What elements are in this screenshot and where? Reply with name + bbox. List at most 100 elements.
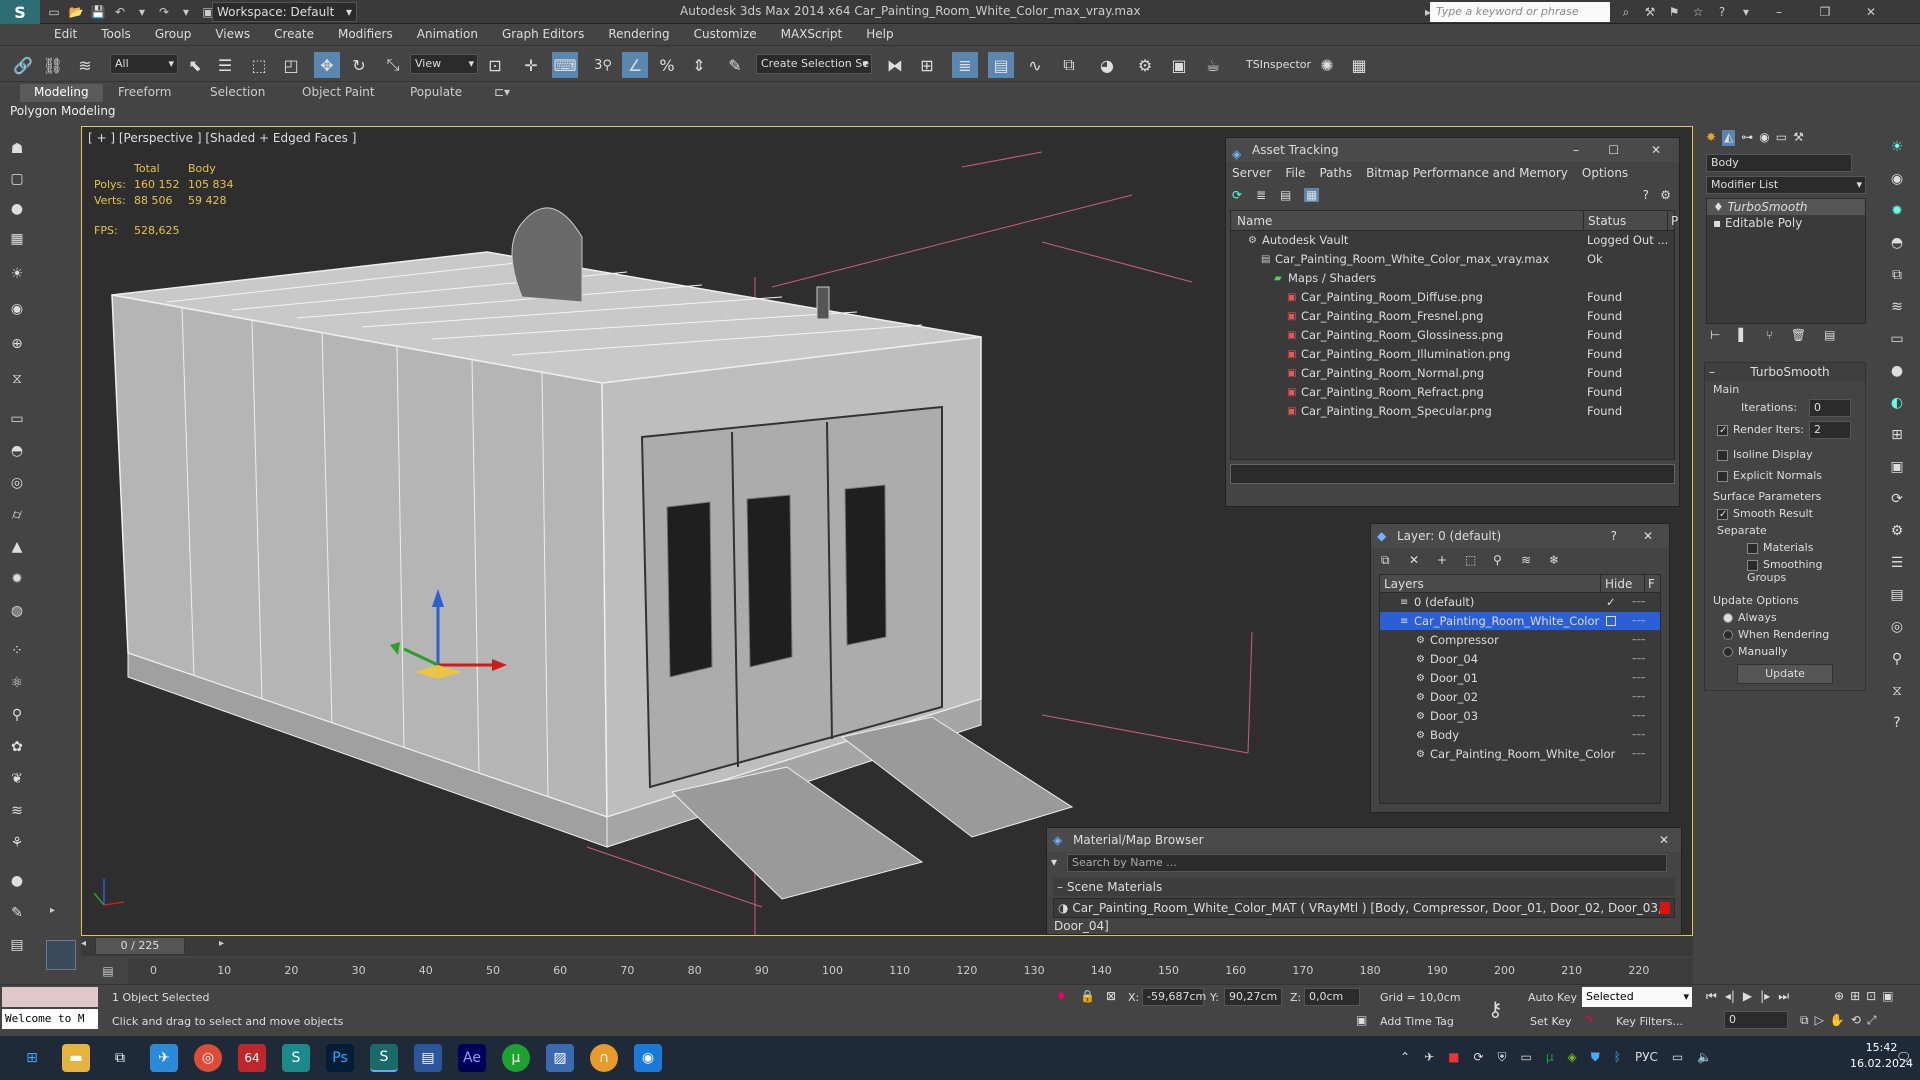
asset-menu-paths[interactable]: Paths (1319, 166, 1352, 180)
close-icon[interactable]: ✕ (1659, 828, 1669, 852)
render-production-icon[interactable]: ☕ (1200, 52, 1226, 78)
asset-row[interactable]: ⚙ Autodesk Vault Logged Out ... (1231, 231, 1674, 250)
window-crossing-icon[interactable]: ◰ (278, 52, 304, 78)
layer-help-icon[interactable]: ? (1611, 524, 1617, 548)
auto-key-button[interactable]: Auto Key (1528, 991, 1577, 1004)
scene-materials-header[interactable]: – Scene Materials (1053, 878, 1675, 896)
select-in-layer-icon[interactable]: ⬚ (1465, 553, 1476, 567)
material-editor-icon[interactable]: ◕ (1094, 52, 1120, 78)
layer-row[interactable]: ⚙ Door_01 ––– (1380, 669, 1660, 688)
tray-expand-icon[interactable]: ⌃ (1400, 1050, 1410, 1065)
column-p-header[interactable]: P (1667, 211, 1678, 231)
headphones-icon[interactable]: ∩ (590, 1044, 618, 1072)
maxscript-mini-listener[interactable]: Welcome to M (2, 1009, 98, 1029)
vray-frame-buffer-icon[interactable]: ▣ (1886, 456, 1908, 478)
manually-radio[interactable]: Manually (1705, 643, 1865, 660)
tsinspector-settings-icon[interactable]: ✺ (1314, 52, 1340, 78)
defender-tray-icon[interactable]: ⛊ (1591, 1050, 1600, 1065)
spacewarp-icon[interactable]: ⧖ (6, 368, 28, 390)
app-64-icon[interactable]: 64 (238, 1044, 266, 1072)
pivot-center-icon[interactable]: ⊡ (482, 52, 508, 78)
display-tab-icon[interactable]: ▭ (1776, 130, 1787, 146)
torus-icon[interactable]: ◎ (6, 472, 28, 494)
turbosmooth-rollout-title[interactable]: – TurboSmooth (1705, 363, 1865, 381)
vray-mesh-export-icon[interactable]: ⊞ (1886, 424, 1908, 446)
menu-views[interactable]: Views (203, 24, 262, 44)
sync-tray-icon[interactable]: ⟳ (1473, 1050, 1483, 1065)
vray-sun-icon[interactable]: ✹ (1886, 200, 1908, 222)
lock-selection-icon[interactable]: 🔒 (1080, 989, 1095, 1003)
modify-tab-icon[interactable]: ◭ (1722, 130, 1736, 146)
isolate-selection-icon[interactable]: ♦ (1056, 989, 1067, 1003)
asset-row[interactable]: ▣ Car_Painting_Room_Fresnel.png Found (1231, 307, 1674, 326)
task-view-icon[interactable]: ⧉ (106, 1044, 134, 1072)
set-current-layer-icon[interactable] (1606, 616, 1616, 626)
fov-icon[interactable]: ▷ (1815, 1013, 1824, 1028)
vray-scene-icon[interactable]: ⧖ (1886, 680, 1908, 702)
tab-populate[interactable]: Populate (396, 84, 476, 102)
asset-row[interactable]: ▣ Car_Painting_Room_Specular.png Found (1231, 402, 1674, 421)
layer-row[interactable]: ⚙ Door_04 ––– (1380, 650, 1660, 669)
dynamics-icon[interactable]: ⚛ (6, 672, 28, 694)
maxscript-listener-preview[interactable] (46, 940, 76, 970)
percent-snap-icon[interactable]: % (654, 52, 680, 78)
volume-icon[interactable]: 🔈 (1697, 1050, 1712, 1065)
utorrent-icon[interactable]: µ (502, 1044, 530, 1072)
stack-item-editable-poly[interactable]: ▪ Editable Poly (1707, 215, 1865, 231)
smoothing-groups-checkbox[interactable]: Smoothing Groups (1705, 556, 1865, 586)
notepad-icon[interactable]: ▤ (414, 1044, 442, 1072)
always-radio[interactable]: Always (1705, 609, 1865, 626)
hide-toggle-icon[interactable]: ––– (1632, 726, 1646, 745)
menu-animation[interactable]: Animation (405, 24, 490, 44)
asset-menu-server[interactable]: Server (1232, 166, 1271, 180)
expand-icon[interactable]: ▪ (1713, 216, 1721, 230)
redo-icon[interactable]: ↷ (156, 4, 172, 20)
prev-key-icon[interactable]: ◂| (1725, 989, 1735, 1004)
remove-modifier-icon[interactable]: 🗑 (1791, 328, 1806, 348)
snaps-toggle-icon[interactable]: 3 ⚲ (590, 52, 616, 78)
world-icon[interactable]: ✿ (6, 736, 28, 758)
prev-frame-arrow-icon[interactable]: ◂ (81, 938, 93, 954)
hierarchy-tab-icon[interactable]: ⊶ (1741, 130, 1753, 146)
viewport-perspective[interactable]: [ + ] [Perspective ] [Shaded + Edged Fac… (81, 126, 1693, 936)
hemisphere-icon[interactable]: ◓ (6, 440, 28, 462)
shield-icon[interactable]: ⛨ (1498, 1050, 1507, 1065)
hide-toggle-icon[interactable]: ––– (1632, 669, 1646, 688)
chrome-icon[interactable]: ◎ (194, 1044, 222, 1072)
vray-fur-icon[interactable]: ≋ (1886, 296, 1908, 318)
minimize-icon[interactable]: – (1573, 138, 1579, 162)
grid-icon[interactable]: ▦ (6, 228, 28, 250)
update-button[interactable]: Update (1737, 664, 1833, 684)
current-frame-field[interactable]: 0 (1724, 1011, 1788, 1029)
spinner-snap-icon[interactable]: ⇕ (686, 52, 712, 78)
layer-row[interactable]: ≡ Car_Painting_Room_White_Color ––– (1380, 612, 1660, 631)
time-config-icon[interactable]: ⧉ (1800, 1013, 1809, 1028)
time-slider[interactable]: ◂ 0 / 225 ▸ (81, 936, 1693, 956)
x-coordinate-field[interactable]: -59,687cm (1142, 988, 1206, 1006)
close-icon[interactable]: ✕ (1651, 138, 1661, 162)
asset-menu-bitmap-performance-and-memory[interactable]: Bitmap Performance and Memory (1366, 166, 1568, 180)
layer-row[interactable]: ⚙ Door_02 ––– (1380, 688, 1660, 707)
layer-row[interactable]: ⚙ Compressor ––– (1380, 631, 1660, 650)
highlight-layer-icon[interactable]: ⚲ (1493, 553, 1502, 567)
vray-lightlister-icon[interactable]: ☰ (1886, 552, 1908, 574)
helper-icon[interactable]: ⊕ (6, 333, 28, 355)
reference-coord-dropdown[interactable]: View ▾ (410, 54, 478, 74)
show-end-result-icon[interactable]: ▌ (1738, 328, 1747, 348)
when-rendering-radio[interactable]: When Rendering (1705, 626, 1865, 643)
menu-edit[interactable]: Edit (42, 24, 89, 44)
help-icon[interactable]: ? (1643, 188, 1649, 202)
render-iters-checkbox[interactable]: Render Iters: (1717, 423, 1804, 436)
particles-icon[interactable]: ⁘ (6, 640, 28, 662)
asset-menu-file[interactable]: File (1285, 166, 1305, 180)
menu-maxscript[interactable]: MAXScript (769, 24, 855, 44)
blue-sphere-icon[interactable]: ● (6, 870, 28, 892)
smooth-result-checkbox[interactable]: Smooth Result (1705, 505, 1865, 522)
configure-sets-icon[interactable]: ▤ (1824, 328, 1835, 348)
vray-decal-icon[interactable]: ⚲ (1886, 648, 1908, 670)
material-browser-window[interactable]: ◈ Material/Map Browser ✕ ▾ Search by Nam… (1046, 827, 1682, 935)
vray-light-icon[interactable]: ☀ (1886, 136, 1908, 158)
close-icon[interactable]: ✕ (1643, 524, 1653, 548)
select-object-icon[interactable]: ⬉ (182, 52, 208, 78)
grid-view-icon[interactable]: ▦ (1304, 188, 1320, 202)
